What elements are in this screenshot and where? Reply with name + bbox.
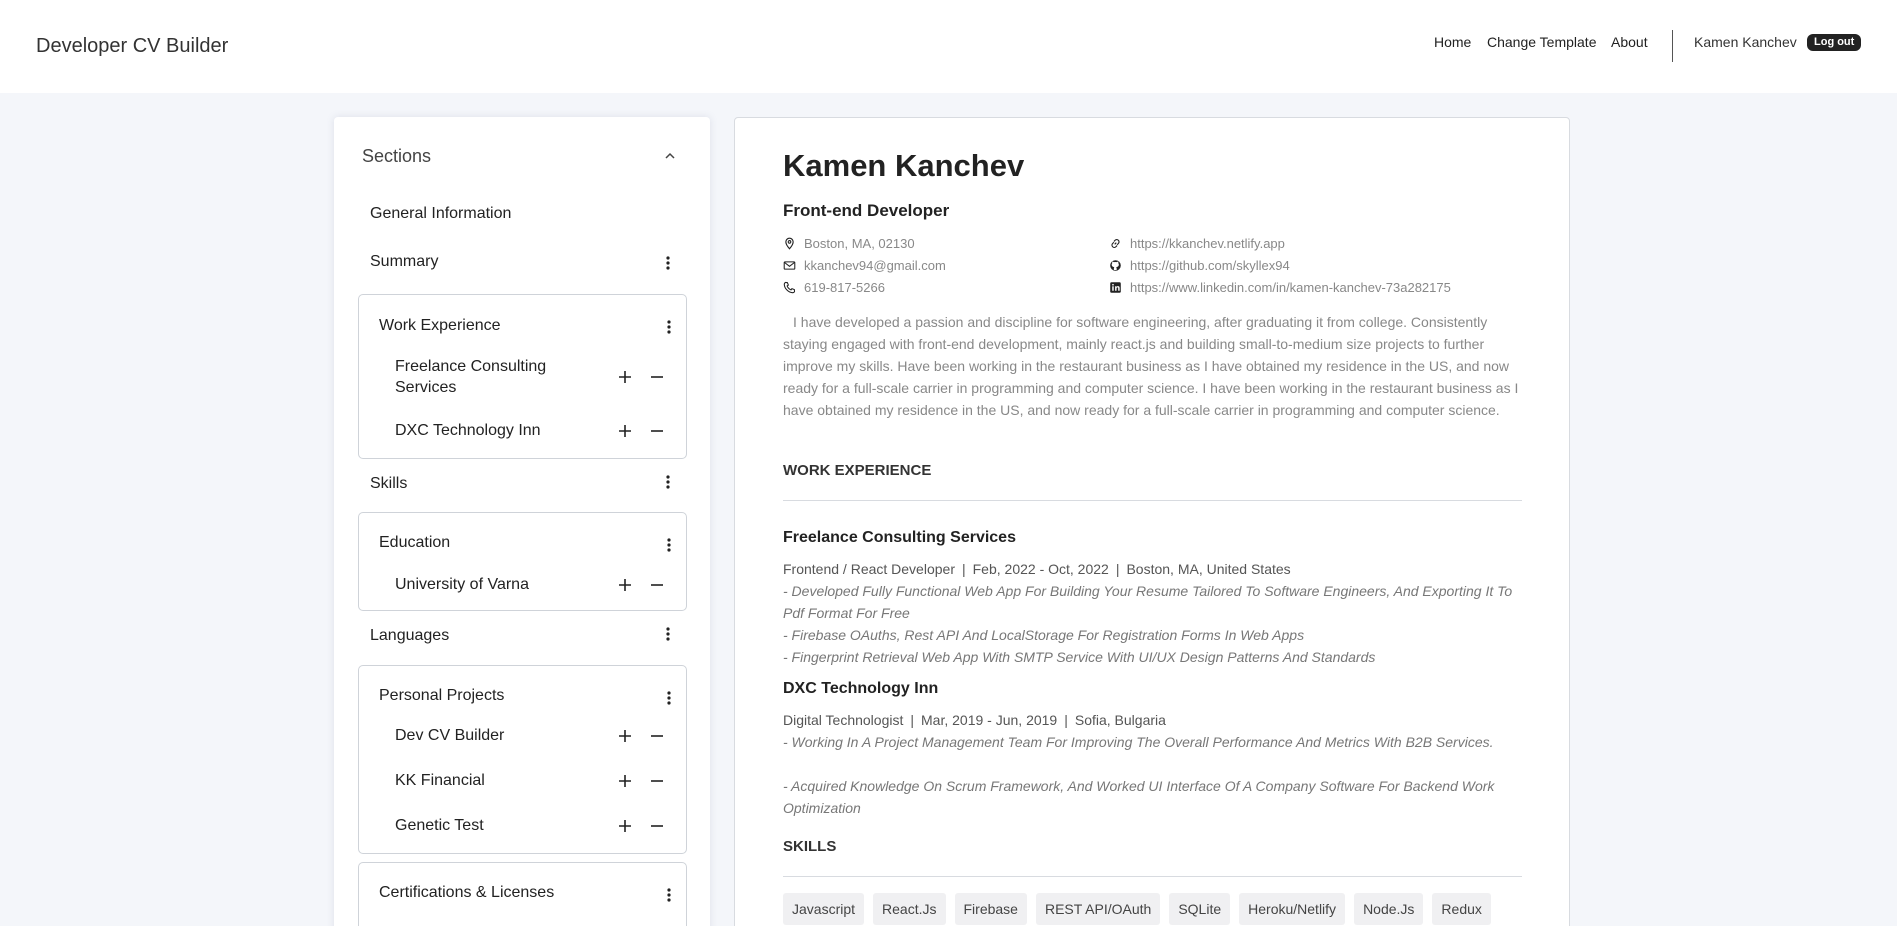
map-pin-icon	[785, 237, 794, 250]
sections-sidebar: Sections General Information Summary Wor…	[334, 117, 710, 926]
contact-email[interactable]: kkanchev94@gmail.com	[783, 258, 946, 273]
certifications-group: Certifications & Licenses	[358, 862, 687, 926]
sidebar-item-work-experience[interactable]: Work Experience	[379, 317, 501, 335]
resume-role: Front-end Developer	[783, 201, 950, 220]
more-vertical-icon[interactable]	[661, 537, 677, 553]
minus-icon[interactable]	[649, 728, 665, 744]
user-name: Kamen Kanchev	[1694, 34, 1797, 50]
minus-icon[interactable]	[649, 773, 665, 789]
minus-icon[interactable]	[649, 369, 665, 385]
resume-preview: Kamen Kanchev Front-end Developer Boston…	[734, 117, 1570, 926]
plus-icon[interactable]	[617, 773, 633, 789]
phone-icon	[783, 281, 796, 294]
sections-title: Sections	[362, 146, 432, 166]
sub-item-university-of-varna[interactable]: University of Varna	[395, 574, 529, 595]
job-title-1: Freelance Consulting Services	[783, 529, 1016, 546]
work-experience-group: Work Experience Freelance Consulting Ser…	[358, 294, 687, 459]
job-meta-2: Digital Technologist | Mar, 2019 - Jun, 20…	[783, 712, 1166, 728]
skill-chip: Heroku/Netlify	[1239, 893, 1346, 925]
plus-icon[interactable]	[617, 728, 633, 744]
skill-chip: SQLite	[1169, 893, 1231, 925]
nav-home-link[interactable]: Home	[1434, 34, 1471, 50]
brand-title[interactable]: Developer CV Builder	[36, 35, 228, 58]
more-vertical-icon[interactable]	[661, 690, 677, 706]
minus-icon[interactable]	[649, 423, 665, 439]
minus-icon[interactable]	[649, 577, 665, 593]
plus-icon[interactable]	[617, 577, 633, 593]
sub-item-freelance-consulting[interactable]: Freelance Consulting Services	[395, 356, 575, 398]
nav-about-link[interactable]: About	[1611, 34, 1648, 50]
job-bullet: - Working In A Project Management Team F…	[783, 734, 1494, 750]
skill-chip: Redux	[1432, 893, 1491, 925]
top-navbar: Developer CV Builder Home Change Templat…	[0, 0, 1897, 93]
divider	[783, 876, 1522, 877]
plus-icon[interactable]	[617, 369, 633, 385]
job-bullet: - Acquired Knowledge On Scrum Framework,…	[783, 778, 1495, 816]
more-vertical-icon[interactable]	[660, 474, 676, 490]
personal-projects-group: Personal Projects Dev CV Builder KK Fina…	[358, 665, 687, 854]
skills-list: Javascript React.Js Firebase REST API/OA…	[783, 893, 1491, 925]
skill-chip: Node.Js	[1354, 893, 1424, 925]
more-vertical-icon[interactable]	[661, 887, 677, 903]
job-title-2: DXC Technology Inn	[783, 680, 939, 697]
divider	[783, 500, 1522, 501]
resume-summary: I have developed a passion and disciplin…	[783, 314, 1519, 418]
sidebar-item-education[interactable]: Education	[379, 534, 450, 552]
contact-github[interactable]: https://github.com/skyllex94	[1109, 258, 1290, 273]
minus-icon[interactable]	[649, 818, 665, 834]
sidebar-item-personal-projects[interactable]: Personal Projects	[379, 687, 504, 705]
more-vertical-icon[interactable]	[660, 626, 676, 642]
sidebar-item-general-information[interactable]: General Information	[370, 205, 511, 223]
skill-chip: Firebase	[954, 893, 1027, 925]
sub-item-dxc-technology[interactable]: DXC Technology Inn	[395, 420, 541, 441]
sidebar-item-languages[interactable]: Languages	[370, 627, 449, 645]
more-vertical-icon[interactable]	[660, 255, 676, 271]
sub-item-genetic-test[interactable]: Genetic Test	[395, 815, 484, 836]
resume-name: Kamen Kanchev	[783, 148, 1025, 183]
chevron-up-icon[interactable]	[662, 148, 678, 164]
contact-location: Boston, MA, 02130	[783, 236, 915, 251]
sidebar-item-summary[interactable]: Summary	[370, 253, 438, 271]
job-bullet: - Developed Fully Functional Web App For…	[783, 583, 1513, 621]
education-group: Education University of Varna	[358, 512, 687, 611]
job-meta-1: Frontend / React Developer | Feb, 2022 - O…	[783, 561, 1291, 577]
linkedin-icon	[1110, 282, 1121, 293]
more-vertical-icon[interactable]	[661, 319, 677, 335]
skill-chip: React.Js	[873, 893, 946, 925]
sidebar-item-skills[interactable]: Skills	[370, 475, 407, 493]
job-bullet: - Firebase OAuths, Rest API And LocalSto…	[783, 627, 1305, 643]
sub-item-dev-cv-builder[interactable]: Dev CV Builder	[395, 725, 504, 746]
nav-change-template-link[interactable]: Change Template	[1487, 34, 1596, 50]
skills-heading: SKILLS	[783, 838, 837, 855]
job-bullet: - Fingerprint Retrieval Web App With SMT…	[783, 649, 1376, 665]
sub-item-kk-financial[interactable]: KK Financial	[395, 770, 485, 791]
github-icon	[1110, 260, 1121, 271]
plus-icon[interactable]	[617, 818, 633, 834]
contact-linkedin[interactable]: https://www.linkedin.com/in/kamen-kanche…	[1109, 280, 1451, 295]
link-icon	[1111, 239, 1120, 248]
nav-divider	[1672, 30, 1673, 62]
mail-icon	[783, 261, 796, 270]
contact-website[interactable]: https://kkanchev.netlify.app	[1109, 236, 1285, 251]
sidebar-item-certifications[interactable]: Certifications & Licenses	[379, 884, 554, 902]
plus-icon[interactable]	[617, 423, 633, 439]
skill-chip: REST API/OAuth	[1035, 893, 1161, 925]
work-experience-heading: WORK EXPERIENCE	[783, 462, 932, 479]
contact-phone[interactable]: 619-817-5266	[783, 280, 885, 295]
skill-chip: Javascript	[783, 893, 865, 925]
logout-button[interactable]: Log out	[1807, 34, 1862, 51]
